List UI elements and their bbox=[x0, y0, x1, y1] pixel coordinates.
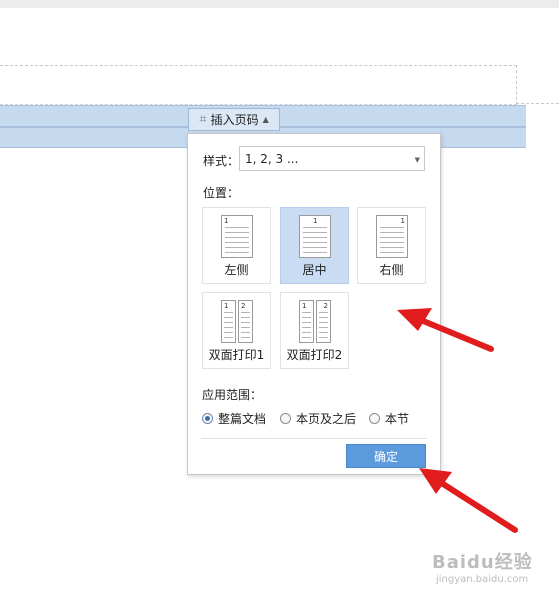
watermark-text: Baidu经验 bbox=[432, 552, 533, 573]
arrow-to-confirm-button bbox=[419, 468, 518, 533]
annotation-arrows bbox=[397, 308, 518, 533]
arrow-to-position-options bbox=[397, 308, 494, 352]
watermark-subtext: jingyan.baidu.com bbox=[436, 574, 529, 585]
watermark: Baidu经验 jingyan.baidu.com bbox=[432, 548, 533, 585]
